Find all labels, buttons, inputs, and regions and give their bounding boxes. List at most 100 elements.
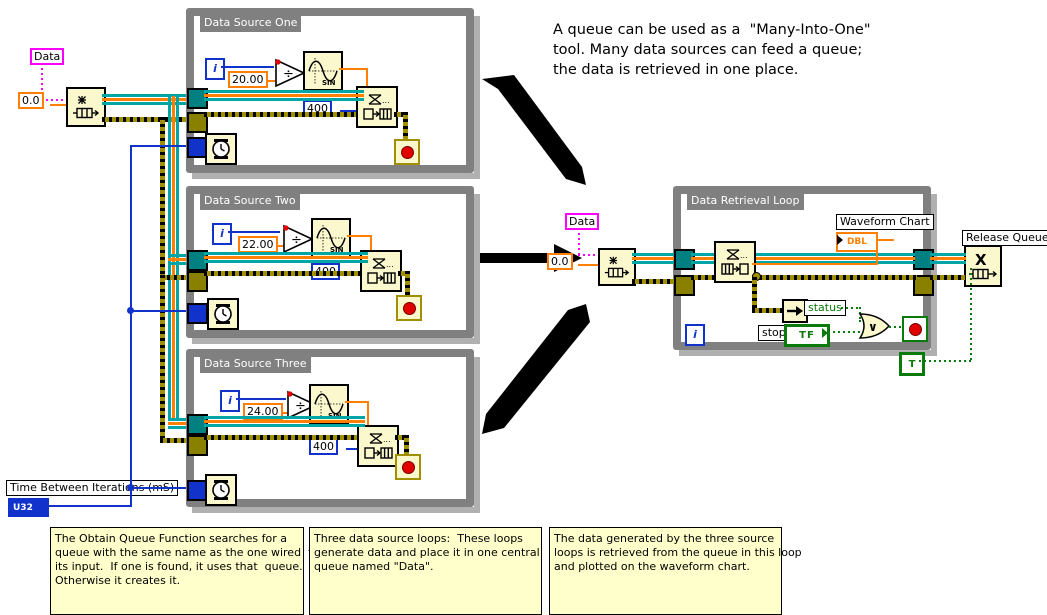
loop-shadow-three-right xyxy=(474,357,480,513)
loop-title-one: Data Source One xyxy=(200,15,302,32)
arrow-bottom-to-retrieval xyxy=(482,304,590,434)
note-line: The data generated by the three source xyxy=(554,532,775,545)
release-queue-label: Release Queue xyxy=(962,230,1047,246)
loop-shadow-three-bottom xyxy=(192,507,480,513)
wait-ms-icon-three[interactable] xyxy=(205,474,237,506)
note-line: Otherwise it creates it. xyxy=(55,574,181,587)
queue-name-constant[interactable]: Data xyxy=(30,48,65,65)
svg-text:∨: ∨ xyxy=(868,320,878,334)
wire-queue-ref-3 xyxy=(102,102,196,105)
tunnel-timing-two[interactable] xyxy=(187,303,208,324)
obtain-queue-node[interactable] xyxy=(66,87,106,127)
loop-title-two: Data Source Two xyxy=(200,193,300,210)
wait-ms-icon-one[interactable] xyxy=(205,133,237,165)
wire-queue-ref-1 xyxy=(102,94,196,97)
wire-rl-ref-a1 xyxy=(691,253,716,256)
wire-retrieval-ref-b xyxy=(632,257,680,260)
wait-ms-icon-two[interactable] xyxy=(207,298,239,330)
divisor-constant-two[interactable]: 22.00 xyxy=(238,236,278,253)
svg-text:÷: ÷ xyxy=(295,399,306,414)
wire-ref-in-loop-one-a xyxy=(204,90,364,93)
wire-ref-in-loop-two-b xyxy=(204,256,368,259)
wire-error-branch-h xyxy=(752,308,784,313)
loop-shadow-one-bottom xyxy=(192,173,480,179)
wire-sine-out-two xyxy=(347,235,372,237)
wire-timing-in-3 xyxy=(130,487,194,489)
wire-release-ref-b xyxy=(930,257,966,260)
queue-size-constant[interactable]: 0.0 xyxy=(18,92,44,109)
or-function-icon[interactable]: ∨ xyxy=(858,312,892,340)
stop-terminal-arrow xyxy=(822,328,828,338)
wire-true-v xyxy=(970,268,972,362)
wire-retrieval-name-v xyxy=(578,233,580,255)
true-constant[interactable]: T xyxy=(899,352,925,376)
wire-retrieval-size xyxy=(578,264,598,266)
wire-retrieval-name-h xyxy=(578,254,598,256)
note-line: The Obtain Queue Function searches for a xyxy=(55,532,287,545)
svg-text:÷: ÷ xyxy=(283,67,294,82)
wire-error-main xyxy=(102,117,196,122)
wire-rl-ref-c1 xyxy=(691,261,716,264)
wire-release-ref-c xyxy=(930,261,966,264)
wire-ref-in-loop-one-c xyxy=(204,98,364,101)
wire-retrieval-ref-c xyxy=(632,261,680,264)
wire-sine-out-one xyxy=(339,68,368,70)
wire-ref-in-loop-three-a xyxy=(204,416,365,419)
iteration-terminal-three[interactable]: i xyxy=(220,390,240,412)
iteration-terminal-one[interactable]: i xyxy=(205,58,225,80)
note-line: and plotted on the waveform chart. xyxy=(554,560,750,573)
wire-error-in-loop-two xyxy=(204,271,360,276)
wire-size-to-obtain-queue xyxy=(50,104,66,106)
stop-button-icon-two[interactable] xyxy=(396,295,422,321)
note-line: loops is retrieved from the queue in thi… xyxy=(554,546,802,559)
sine-function-icon-one[interactable]: SIN xyxy=(303,51,343,91)
enqueue-element-icon-three[interactable]: ... xyxy=(357,425,399,467)
wire-release-ref-a xyxy=(930,253,966,256)
wire-queue-ref-down-3 xyxy=(176,96,179,256)
stop-button-icon-one[interactable] xyxy=(394,139,420,165)
wire-ref-in-loop-one-b xyxy=(204,94,364,97)
retrieval-obtain-queue-node[interactable] xyxy=(598,248,636,286)
retrieval-size-constant[interactable]: 0.0 xyxy=(547,253,573,270)
loop-title-retrieval: Data Retrieval Loop xyxy=(687,193,804,210)
wire-timing-h1 xyxy=(48,505,132,507)
note-line: its input. If one is found, it uses that… xyxy=(55,560,303,573)
divide-function-icon-two[interactable]: ÷ xyxy=(282,224,314,254)
iteration-terminal-two[interactable]: i xyxy=(212,223,232,245)
wire-rl-ref-b2 xyxy=(733,257,915,260)
wire-error-down-enqueue-one xyxy=(403,112,408,142)
wire-rl-ref-a2 xyxy=(733,253,915,256)
svg-text:÷: ÷ xyxy=(291,233,302,248)
wire-chart-data-h xyxy=(752,263,878,265)
wire-rl-error-in xyxy=(691,275,716,280)
wire-ref-in-loop-three-b xyxy=(204,420,365,423)
loop-stop-condition-icon[interactable] xyxy=(902,316,928,342)
headline-line: tool. Many data sources can feed a queue… xyxy=(553,42,863,58)
wire-queue-name-horizontal xyxy=(41,99,66,101)
wire-sine-out-three xyxy=(345,401,369,403)
wire-queue-ref-down-1 xyxy=(168,96,171,256)
wire-queue-ref-2 xyxy=(102,98,196,101)
stop-button-icon-three[interactable] xyxy=(395,454,421,480)
waveform-chart-label: Waveform Chart xyxy=(836,214,934,230)
svg-text:...: ... xyxy=(740,251,748,260)
retrieval-iteration-terminal[interactable]: i xyxy=(685,324,705,346)
loop-shadow-two-bottom xyxy=(192,338,480,344)
timeout-constant-three[interactable]: 400 xyxy=(309,438,338,455)
divide-function-icon-one[interactable]: ÷ xyxy=(274,58,306,88)
divisor-constant-one[interactable]: 20.00 xyxy=(228,71,268,88)
wire-i-to-divide-two xyxy=(228,231,280,233)
dequeue-element-icon[interactable]: ... xyxy=(714,241,756,283)
headline-annotation: A queue can be used as a "Many-Into-One"… xyxy=(553,20,871,80)
wire-error-down-1 xyxy=(160,117,165,277)
svg-text:X: X xyxy=(975,251,987,269)
wire-retrieval-error-in xyxy=(632,279,680,284)
wire-rl-ref-b1 xyxy=(691,257,716,260)
wire-queue-ref-down-2 xyxy=(172,96,175,256)
loop-title-three: Data Source Three xyxy=(200,356,311,373)
wire-junction-3 xyxy=(127,484,134,491)
wire-timing-in-1 xyxy=(130,145,194,147)
wire-ref-in-loop-two-c xyxy=(204,260,368,263)
retrieval-queue-name-constant[interactable]: Data xyxy=(565,213,600,230)
svg-text:...: ... xyxy=(386,260,394,269)
